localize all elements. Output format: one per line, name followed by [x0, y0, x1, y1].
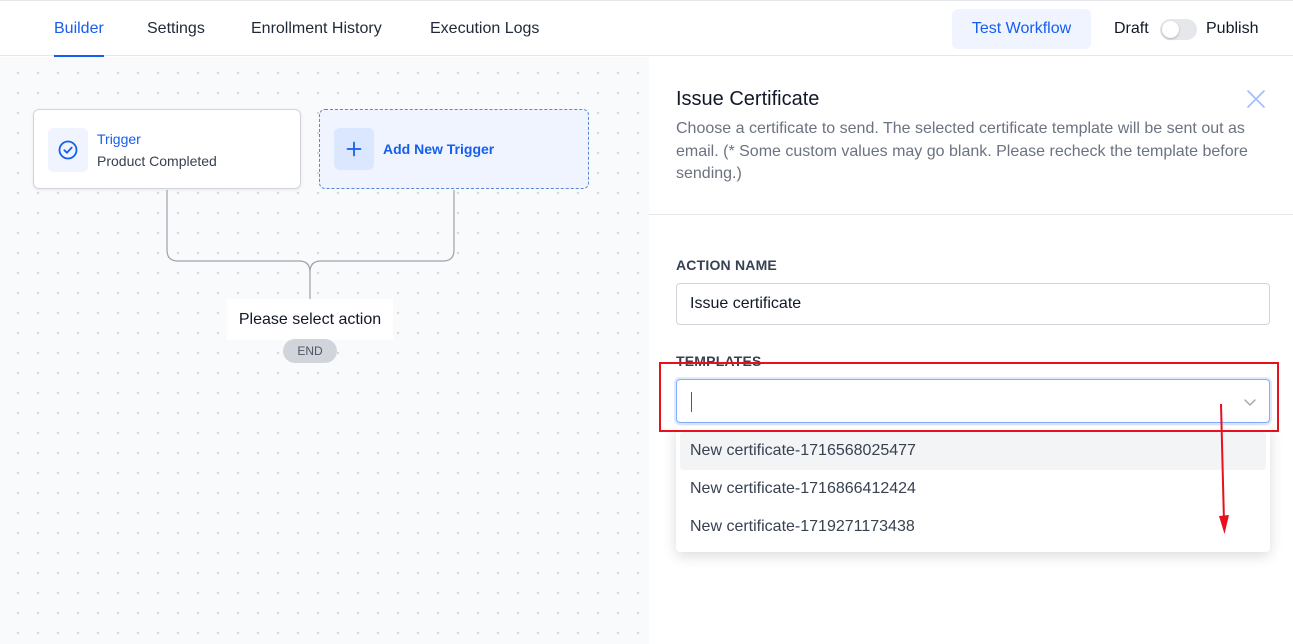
- templates-label: TEMPLATES: [676, 353, 762, 369]
- action-settings-panel: Issue Certificate Choose a certificate t…: [649, 57, 1293, 644]
- chevron-down-icon[interactable]: [1243, 395, 1257, 414]
- trigger-node[interactable]: Trigger Product Completed: [33, 109, 301, 189]
- templates-select[interactable]: [676, 379, 1270, 423]
- tab-builder[interactable]: Builder: [54, 1, 104, 57]
- test-workflow-button[interactable]: Test Workflow: [952, 9, 1091, 49]
- panel-divider: [649, 214, 1293, 215]
- add-trigger-label: Add New Trigger: [383, 141, 495, 157]
- check-circle-icon: [48, 128, 88, 172]
- text-cursor: [691, 392, 692, 412]
- trigger-subtitle: Product Completed: [97, 153, 217, 169]
- tab-enrollment-history[interactable]: Enrollment History: [251, 1, 382, 56]
- template-option[interactable]: New certificate-1719271173438: [680, 508, 1266, 546]
- panel-description: Choose a certificate to send. The select…: [676, 120, 1248, 182]
- action-name-label: ACTION NAME: [676, 257, 777, 273]
- tab-execution-logs[interactable]: Execution Logs: [430, 1, 539, 56]
- close-icon[interactable]: [1246, 89, 1266, 109]
- plus-icon: [334, 128, 374, 170]
- publish-toggle[interactable]: [1160, 19, 1197, 40]
- draft-label: Draft: [1114, 20, 1149, 37]
- tab-settings[interactable]: Settings: [147, 1, 205, 56]
- workflow-canvas[interactable]: Trigger Product Completed Add New Trigge…: [0, 57, 649, 644]
- select-action-placeholder[interactable]: Please select action: [227, 299, 393, 340]
- panel-title: Issue Certificate: [676, 88, 820, 110]
- publish-label: Publish: [1206, 20, 1259, 37]
- action-name-input[interactable]: [676, 283, 1270, 325]
- top-nav-bar: Builder Settings Enrollment History Exec…: [0, 0, 1293, 57]
- template-option[interactable]: New certificate-1716866412424: [680, 470, 1266, 508]
- trigger-title: Trigger: [97, 131, 141, 147]
- toggle-knob: [1162, 21, 1179, 38]
- add-new-trigger-button[interactable]: Add New Trigger: [319, 109, 589, 189]
- template-option[interactable]: New certificate-1716568025477: [680, 432, 1266, 470]
- end-node: END: [283, 339, 337, 363]
- templates-dropdown-menu: New certificate-1716568025477 New certif…: [676, 426, 1270, 552]
